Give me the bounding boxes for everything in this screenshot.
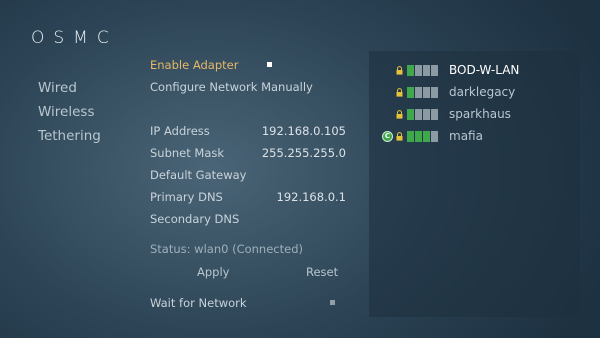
signal-strength-icon	[407, 65, 441, 76]
secondary-dns-row[interactable]: Secondary DNS	[150, 212, 346, 226]
configure-manually-toggle[interactable]: Configure Network Manually	[150, 80, 313, 94]
lock-icon	[396, 110, 403, 119]
osmc-logo: OSMC	[31, 28, 118, 48]
ip-address-label: IP Address	[150, 124, 210, 138]
signal-bar	[423, 109, 430, 120]
default-gateway-label: Default Gateway	[150, 168, 247, 182]
reset-button[interactable]: Reset	[306, 265, 338, 279]
signal-bar	[423, 131, 430, 142]
sidebar-item-tethering[interactable]: Tethering	[38, 128, 101, 152]
signal-bar	[431, 131, 438, 142]
wifi-network-list: BOD-W-LAN darklegacy sparkhaus Cmafia	[369, 51, 580, 317]
default-gateway-row[interactable]: Default Gateway	[150, 168, 346, 182]
apply-button[interactable]: Apply	[197, 265, 229, 279]
primary-dns-label: Primary DNS	[150, 190, 223, 204]
signal-bar	[407, 131, 414, 142]
network-name: sparkhaus	[449, 107, 511, 121]
enable-adapter-checkbox[interactable]	[267, 62, 272, 67]
signal-bar	[423, 87, 430, 98]
signal-bar	[407, 87, 414, 98]
sidebar-item-wireless[interactable]: Wireless	[38, 104, 101, 128]
network-name: mafia	[449, 129, 483, 143]
ip-address-value: 192.168.0.105	[261, 124, 346, 138]
signal-bar	[431, 65, 438, 76]
network-item[interactable]: darklegacy	[369, 85, 580, 101]
connected-icon: C	[382, 131, 393, 142]
signal-bar	[415, 109, 422, 120]
secondary-dns-label: Secondary DNS	[150, 212, 240, 226]
signal-strength-icon	[407, 131, 441, 142]
subnet-mask-value: 255.255.255.0	[261, 146, 346, 160]
enable-adapter-toggle[interactable]: Enable Adapter	[150, 58, 238, 72]
signal-strength-icon	[407, 87, 441, 98]
ip-address-row[interactable]: IP Address 192.168.0.105	[150, 124, 346, 138]
subnet-mask-row[interactable]: Subnet Mask 255.255.255.0	[150, 146, 346, 160]
network-item[interactable]: sparkhaus	[369, 107, 580, 123]
lock-icon	[396, 66, 403, 75]
wait-for-network-toggle[interactable]: Wait for Network	[150, 296, 247, 310]
wait-for-network-checkbox[interactable]	[330, 300, 335, 305]
signal-bar	[407, 65, 414, 76]
sidebar-item-wired[interactable]: Wired	[38, 80, 101, 104]
signal-bar	[423, 65, 430, 76]
network-item[interactable]: BOD-W-LAN	[369, 63, 580, 79]
signal-bar	[415, 87, 422, 98]
lock-icon	[396, 132, 403, 141]
sidebar-nav: Wired Wireless Tethering	[38, 80, 101, 152]
status-text: Status: wlan0 (Connected)	[150, 242, 303, 256]
signal-bar	[415, 131, 422, 142]
signal-strength-icon	[407, 109, 441, 120]
signal-bar	[431, 87, 438, 98]
network-item[interactable]: Cmafia	[369, 129, 580, 145]
primary-dns-row[interactable]: Primary DNS 192.168.0.1	[150, 190, 346, 204]
lock-icon	[396, 88, 403, 97]
signal-bar	[415, 65, 422, 76]
primary-dns-value: 192.168.0.1	[276, 190, 347, 204]
signal-bar	[407, 109, 414, 120]
network-name: BOD-W-LAN	[449, 63, 520, 77]
network-name: darklegacy	[449, 85, 516, 99]
signal-bar	[431, 109, 438, 120]
subnet-mask-label: Subnet Mask	[150, 146, 225, 160]
